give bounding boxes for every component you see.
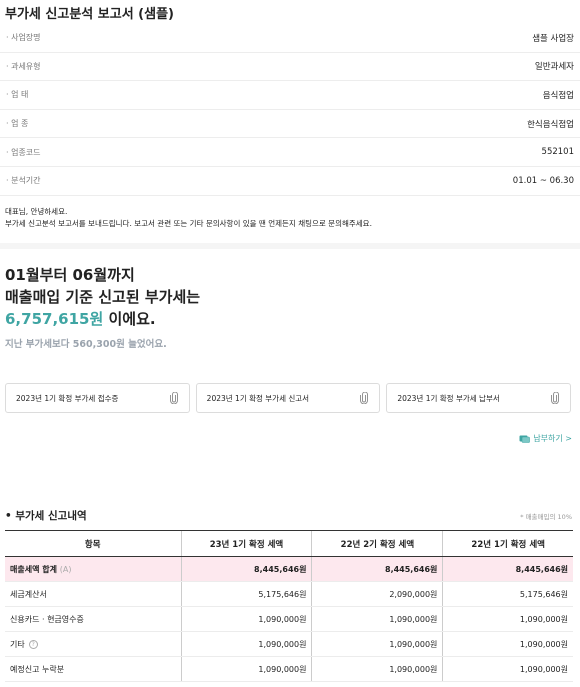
greeting: 대표님, 안녕하세요. 부가세 신고분석 보고서를 보내드립니다. 보고서 관련… <box>5 206 372 230</box>
table-cell: 1,090,000원 <box>311 606 443 632</box>
table-cell: 8,445,646원 <box>180 556 312 582</box>
vat-amount: 6,757,615원 <box>5 310 104 328</box>
table-row-output-tax-total: 매출세액 합계 (A) 8,445,646원 8,445,646원 8,445,… <box>5 556 573 582</box>
table-cell: 8,445,646원 <box>442 556 573 582</box>
paperclip-icon <box>360 392 369 404</box>
document-label: 2023년 1기 확정 부가세 신고서 <box>206 393 310 403</box>
row-label: 세금계산서 <box>5 581 181 607</box>
info-row-business-item: · 업 종 한식음식점업 <box>0 110 580 139</box>
document-label: 2023년 1기 확정 부가세 접수증 <box>16 393 119 403</box>
info-key: · 분석기간 <box>6 176 41 186</box>
info-value: 음식점업 <box>542 90 574 101</box>
history-note: * 매출매입의 10% <box>520 513 572 521</box>
row-label: 매출세액 합계 (A) <box>5 556 181 582</box>
table-cell: 5,175,646원 <box>180 581 312 607</box>
info-row-business-category: · 업 태 음식점업 <box>0 81 580 110</box>
card-icon <box>519 435 531 443</box>
info-row-business-name: · 사업장명 샘플 사업장 <box>0 24 580 53</box>
info-value: 샘플 사업장 <box>532 33 574 44</box>
table-row: 세금계산서 5,175,646원 2,090,000원 5,175,646원 <box>5 581 573 607</box>
row-label-text: 기타 <box>10 639 25 649</box>
info-value: 일반과세자 <box>534 62 574 73</box>
column-header: 22년 1기 확정 세액 <box>442 530 573 557</box>
table-row: 예정신고 누락분 1,090,000원 1,090,000원 1,090,000… <box>5 656 573 682</box>
summary-amount-line: 6,757,615원 이에요. <box>5 308 200 330</box>
info-key: · 업 종 <box>6 119 29 129</box>
summary-period: 01월부터 06월까지 <box>5 266 135 284</box>
report-title: 부가세 신고분석 보고서 (샘플) <box>5 7 174 22</box>
document-receipt-button[interactable]: 2023년 1기 확정 부가세 접수증 <box>5 383 190 413</box>
table-header-row: 항목 23년 1기 확정 세액 22년 2기 확정 세액 22년 1기 확정 세… <box>5 530 573 557</box>
info-row-tax-type: · 과세유형 일반과세자 <box>0 53 580 82</box>
business-info: · 사업장명 샘플 사업장 · 과세유형 일반과세자 · 업 태 음식점업 · … <box>0 24 580 196</box>
table-cell: 5,175,646원 <box>442 581 573 607</box>
column-header: 22년 2기 확정 세액 <box>311 530 443 557</box>
table-cell: 1,090,000원 <box>180 606 312 632</box>
history-title: • 부가세 신고내역 <box>5 510 87 522</box>
row-label: 신용카드 · 현금영수증 <box>5 606 181 632</box>
table-cell: 1,090,000원 <box>180 631 312 657</box>
row-label-text: 매출세액 합계 <box>10 564 57 574</box>
table-row: 기타? 1,090,000원 1,090,000원 1,090,000원 <box>5 631 573 657</box>
table-cell: 1,090,000원 <box>311 656 443 682</box>
table-cell: 1,090,000원 <box>442 631 573 657</box>
help-icon[interactable]: ? <box>28 639 38 649</box>
row-label-sub: (A) <box>59 564 72 574</box>
document-return-button[interactable]: 2023년 1기 확정 부가세 신고서 <box>195 383 381 413</box>
info-value: 01.01 ~ 06.30 <box>512 175 574 186</box>
info-key: · 사업장명 <box>6 33 41 43</box>
pay-link-label: 납부하기 > <box>533 434 572 443</box>
amount-suffix: 이에요. <box>103 310 156 328</box>
section-divider <box>0 243 580 249</box>
vat-history-table: 항목 23년 1기 확정 세액 22년 2기 확정 세액 22년 1기 확정 세… <box>5 530 573 682</box>
column-header: 항목 <box>5 530 181 557</box>
info-row-analysis-period: · 분석기간 01.01 ~ 06.30 <box>0 167 580 196</box>
summary-caption: 매출매입 기준 신고된 부가세는 <box>5 288 201 306</box>
pay-link[interactable]: 납부하기 > <box>519 433 572 444</box>
table-cell: 1,090,000원 <box>442 606 573 632</box>
info-row-industry-code: · 업종코드 552101 <box>0 138 580 167</box>
info-value: 한식음식점업 <box>527 119 574 130</box>
greeting-line: 대표님, 안녕하세요. <box>5 207 68 216</box>
paperclip-icon <box>551 392 559 404</box>
table-cell: 1,090,000원 <box>180 656 312 682</box>
document-label: 2023년 1기 확정 부가세 납부서 <box>397 393 500 403</box>
row-label: 기타? <box>5 631 181 657</box>
row-label: 예정신고 누락분 <box>5 656 181 682</box>
summary-difference: 지난 부가세보다 560,300원 늘었어요. <box>5 339 167 350</box>
vat-summary: 01월부터 06월까지 매출매입 기준 신고된 부가세는 6,757,615원 … <box>5 264 200 350</box>
info-value: 552101 <box>541 147 574 158</box>
document-payment-slip-button[interactable]: 2023년 1기 확정 부가세 납부서 <box>386 383 572 413</box>
table-cell: 8,445,646원 <box>311 556 443 582</box>
table-cell: 1,090,000원 <box>311 631 443 657</box>
greeting-line: 부가세 신고분석 보고서를 보내드립니다. 보고서 관련 또는 기타 문의사항이… <box>5 219 372 228</box>
info-key: · 과세유형 <box>6 61 41 71</box>
table-row: 신용카드 · 현금영수증 1,090,000원 1,090,000원 1,090… <box>5 606 573 632</box>
document-links: 2023년 1기 확정 부가세 접수증 2023년 1기 확정 부가세 신고서 … <box>5 383 572 413</box>
info-key: · 업종코드 <box>6 147 41 157</box>
info-key: · 업 태 <box>6 90 29 100</box>
paperclip-icon <box>169 392 178 404</box>
table-cell: 2,090,000원 <box>311 581 443 607</box>
column-header: 23년 1기 확정 세액 <box>180 530 312 557</box>
table-cell: 1,090,000원 <box>442 656 573 682</box>
